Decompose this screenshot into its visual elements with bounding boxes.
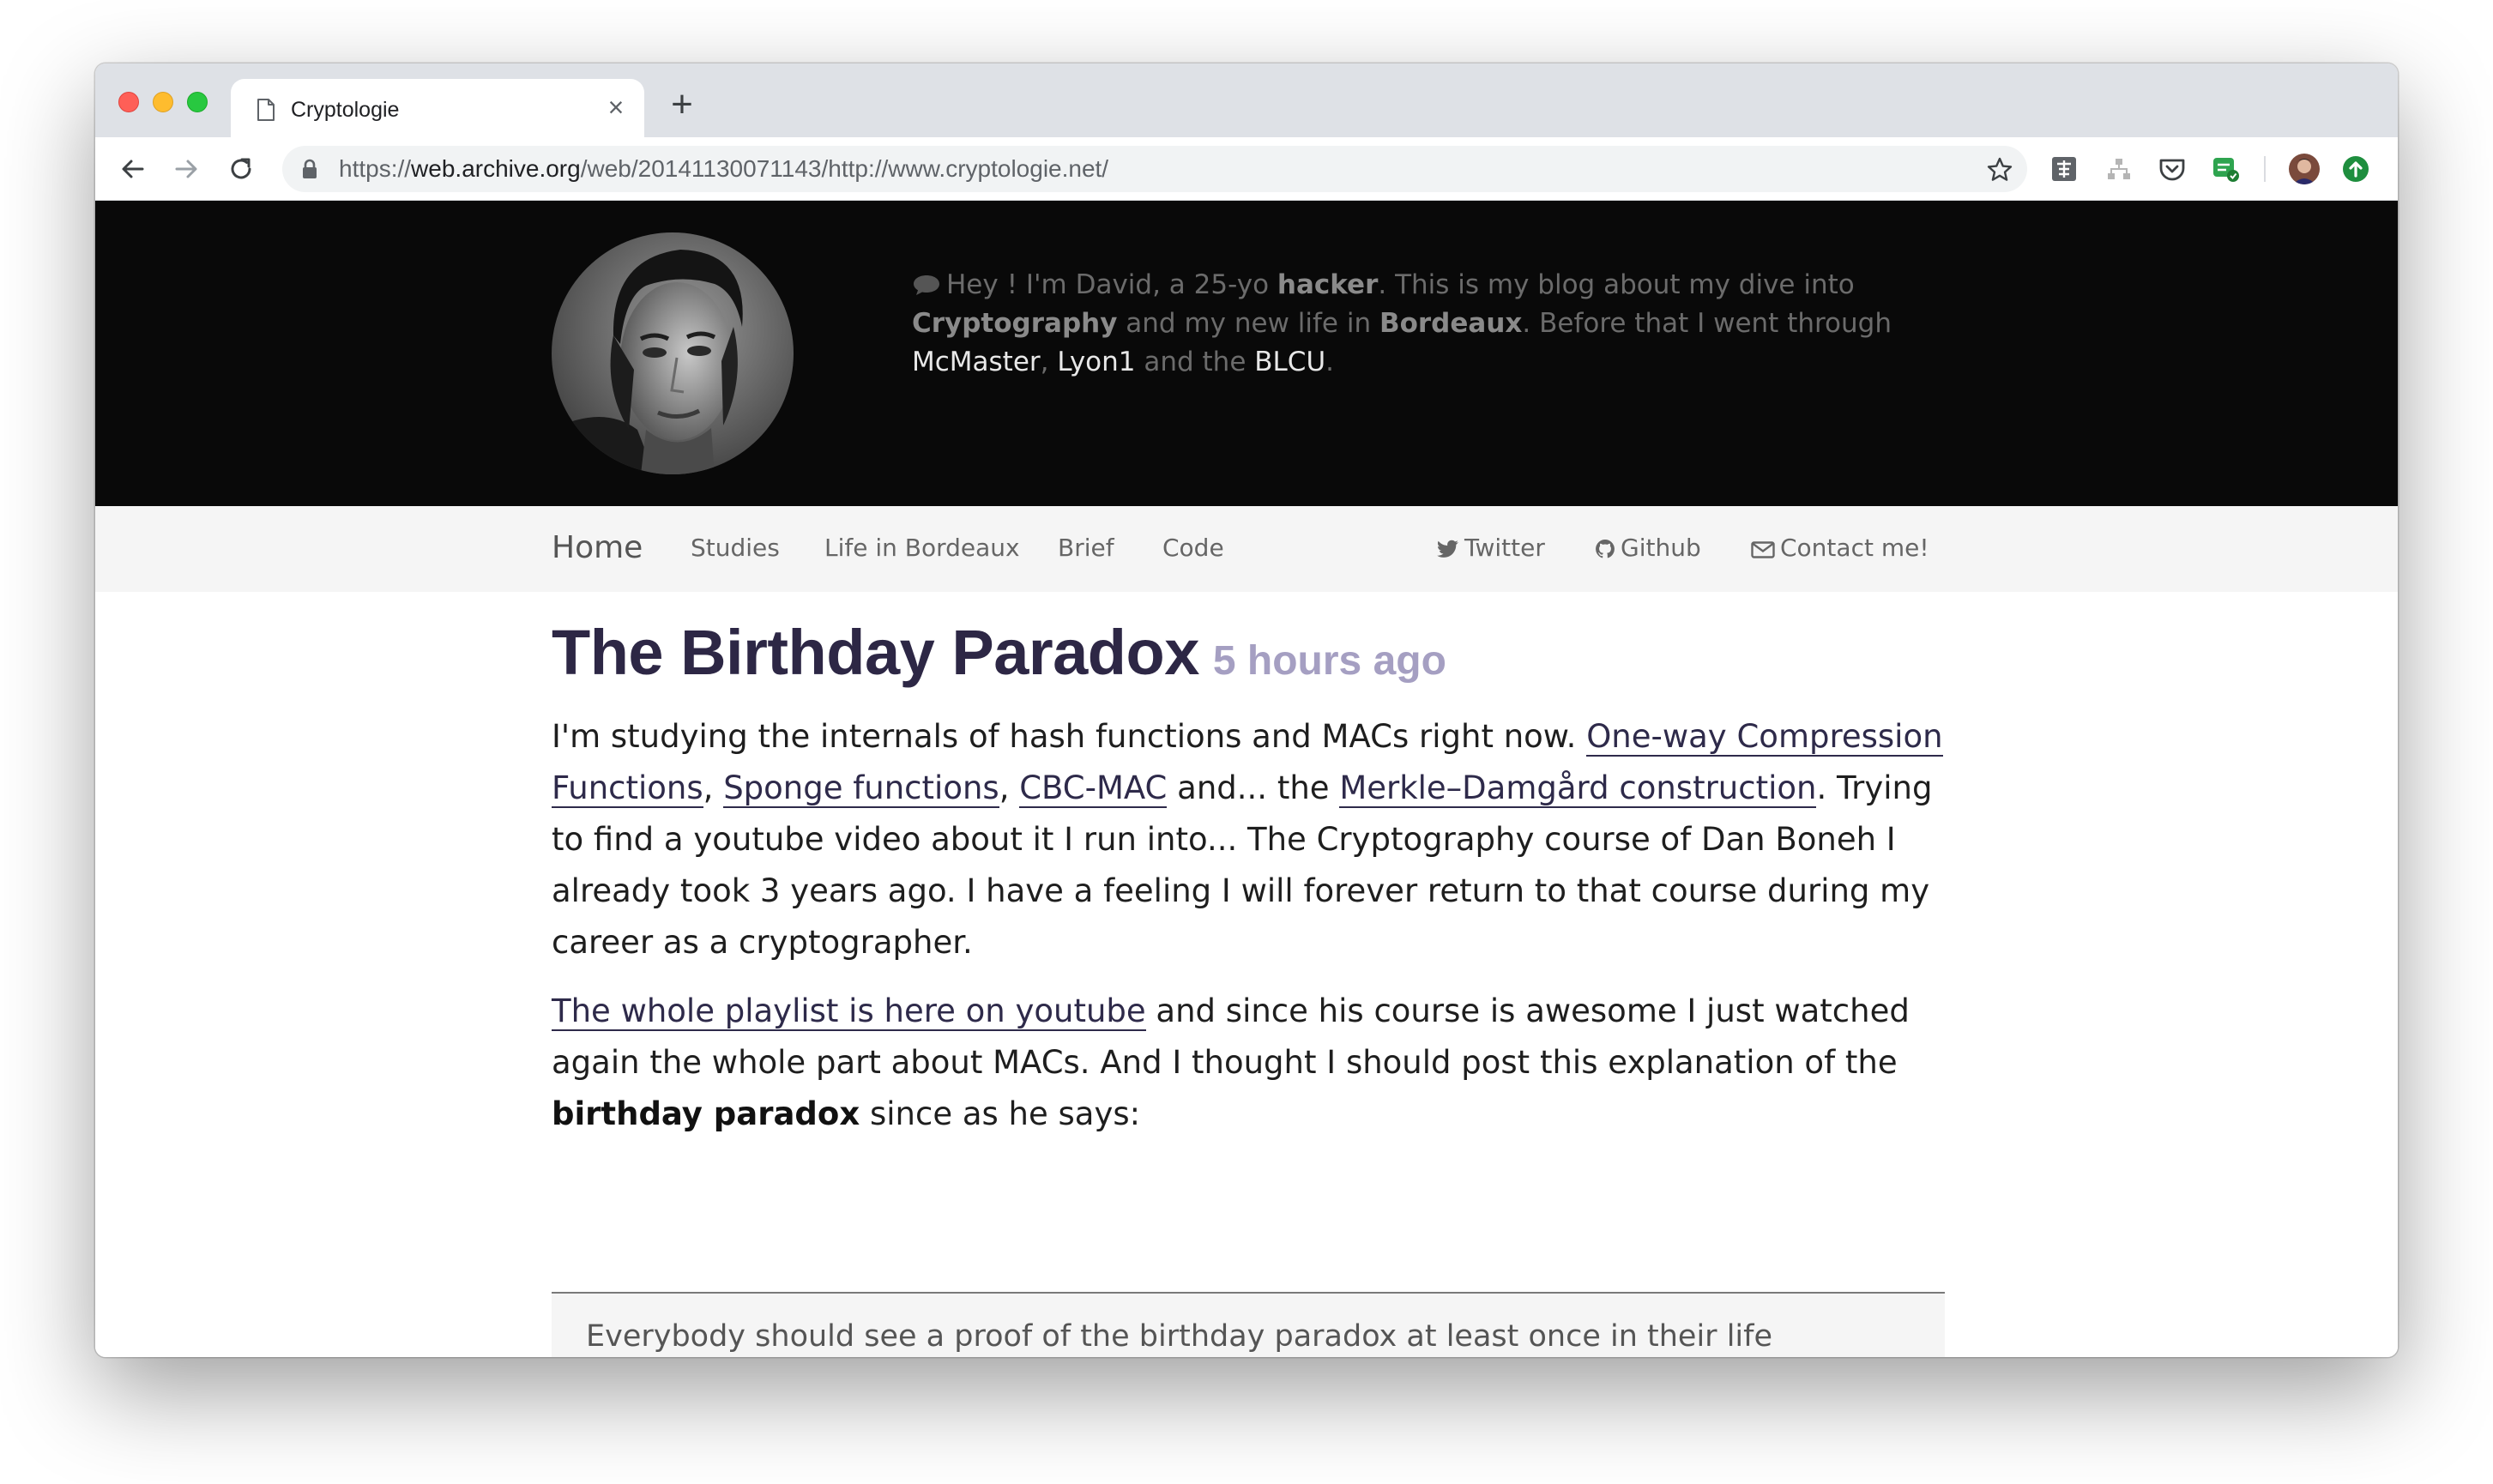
envelope-icon [1751,541,1775,558]
paragraph-text: and... the [1167,769,1340,806]
nav-home[interactable]: Home [552,530,643,565]
bold-birthday-paradox: birthday paradox [552,1095,860,1132]
browser-toolbar: https://web.archive.org/web/201411300711… [95,137,2398,201]
post-paragraph-1: I'm studying the internals of hash funct… [552,711,1947,968]
document-icon [257,99,275,121]
post-paragraph-2: The whole playlist is here on youtube an… [552,986,1947,1140]
nav-github-label: Github [1621,534,1701,562]
nav-code[interactable]: Code [1162,534,1224,562]
link-sponge-functions[interactable]: Sponge functions [723,769,999,808]
bio-text: . [1325,347,1334,377]
paragraph-text: , [999,769,1020,806]
site-navbar: Home Studies Life in Bordeaux Brief Code… [95,506,2398,592]
url-host: web.archive.org [411,155,581,182]
update-available-icon[interactable] [2341,154,2370,184]
speech-bubble-icon [914,275,939,295]
url-path: /web/20141130071143/http://www.cryptolog… [580,155,1109,182]
nav-twitter-label: Twitter [1464,534,1545,562]
bio-link-mcmaster[interactable]: McMaster [912,347,1041,377]
tab-title: Cryptologie [291,98,400,122]
back-arrow-icon[interactable] [118,154,148,184]
bio-text: Hey ! I'm David, a 25-yo [946,269,1277,300]
blog-post: The Birthday Paradox 5 hours ago I'm stud… [552,616,1947,1140]
grammar-extension-icon[interactable] [2211,154,2240,184]
new-tab-button[interactable]: + [665,86,699,124]
link-merkle-damgard-construction[interactable]: Merkle–Damgård construction [1339,769,1817,808]
url-text[interactable]: https://web.archive.org/web/201411300711… [339,155,1108,183]
profile-avatar[interactable] [2288,153,2321,185]
bio-link-blcu[interactable]: BLCU [1254,347,1325,377]
header-banner: Hey ! I'm David, a 25-yo hacker. This is… [95,201,2398,506]
tab-strip: Cryptologie × + [95,63,2398,137]
browser-window: Cryptologie × + https://web.archive.org/… [95,63,2398,1357]
address-bar[interactable]: https://web.archive.org/web/201411300711… [282,146,2027,192]
author-bio: Hey ! I'm David, a 25-yo hacker. This is… [912,266,1907,382]
nav-studies[interactable]: Studies [691,534,780,562]
bio-cryptography: Cryptography [912,308,1118,339]
pocket-icon[interactable] [2158,154,2187,184]
lock-icon [303,159,317,178]
nav-brief[interactable]: Brief [1058,534,1114,562]
paragraph-text: since as he says: [860,1095,1141,1132]
minimize-window-button[interactable] [153,92,173,112]
bio-hacker: hacker [1277,269,1379,300]
twitter-icon [1437,540,1458,558]
bio-text: and the [1135,347,1255,377]
bio-text: . Before that I went through [1522,308,1892,339]
maximize-window-button[interactable] [187,92,208,112]
bio-text: and my new life in [1117,308,1379,339]
link-youtube-playlist[interactable]: The whole playlist is here on youtube [552,992,1146,1031]
close-window-button[interactable] [118,92,139,112]
bio-text: , [1040,347,1058,377]
bio-link-lyon1[interactable]: Lyon1 [1057,347,1135,377]
bio-bordeaux: Bordeaux [1379,308,1523,339]
author-photo [552,232,794,474]
paragraph-text: I'm studying the internals of hash funct… [552,718,1587,755]
sitemap-extension-icon[interactable] [2104,154,2134,184]
nav-contact[interactable]: Contact me! [1751,534,1929,562]
link-cbc-mac[interactable]: CBC-MAC [1019,769,1168,808]
tab-close-button[interactable]: × [603,94,629,121]
bio-text: . This is my blog about my dive into [1378,269,1855,300]
web-page: Hey ! I'm David, a 25-yo hacker. This is… [95,201,2398,1357]
bookmark-star-icon[interactable] [1986,156,2013,184]
blockquote: Everybody should see a proof of the birt… [552,1292,1945,1357]
tab-cryptologie[interactable]: Cryptologie × [231,79,644,137]
nav-github[interactable]: Github [1595,534,1701,562]
github-icon [1596,540,1615,558]
post-title-text[interactable]: The Birthday Paradox [552,617,1199,688]
forward-arrow-icon[interactable] [171,154,202,184]
paragraph-text: , [703,769,724,806]
url-scheme: https:// [339,155,412,182]
blockquote-text: Everybody should see a proof of the birt… [586,1319,1772,1354]
nav-life-in-bordeaux[interactable]: Life in Bordeaux [824,534,1020,562]
post-title: The Birthday Paradox 5 hours ago [552,616,1947,689]
toolbar-separator [2264,156,2266,182]
post-timestamp: 5 hours ago [1212,638,1446,684]
nav-contact-label: Contact me! [1780,534,1929,562]
translate-extension-icon[interactable] [2049,154,2079,184]
nav-twitter[interactable]: Twitter [1437,534,1545,562]
reload-icon[interactable] [226,154,257,184]
